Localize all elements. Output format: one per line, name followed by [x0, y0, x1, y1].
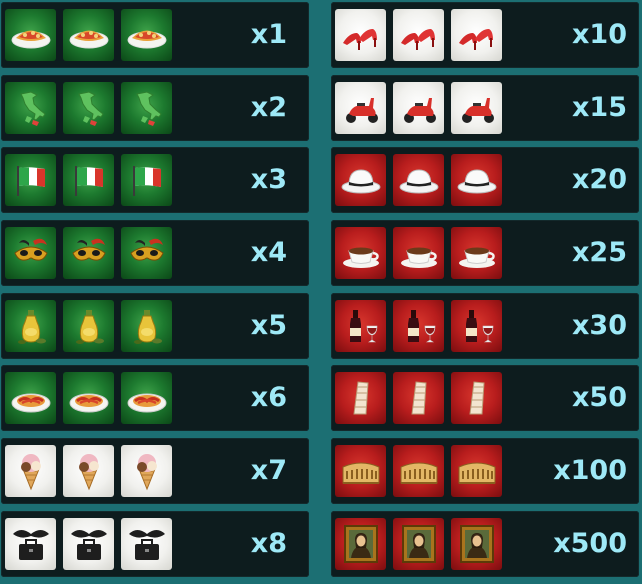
gelato-cone-icon [5, 445, 56, 498]
carnival-mask-icon [5, 227, 56, 280]
italy-map-icon [121, 81, 172, 134]
mona-lisa-icon [335, 517, 386, 570]
paytable-right-column: x10 x15 x20 x25 x30 x50 x100 x500 [331, 2, 639, 584]
symbol-tiles [5, 227, 172, 280]
symbol-tiles [5, 154, 172, 207]
fedora-hat-icon [335, 154, 386, 207]
symbol-tiles [335, 227, 502, 280]
symbol-tiles [5, 517, 172, 570]
pizza-icon [121, 9, 172, 61]
multiplier-label: x4 [250, 237, 287, 269]
high-heels-icon [451, 9, 502, 61]
wine-bottle-icon [451, 299, 502, 352]
paytable-row: x2 [1, 74, 309, 141]
mustache-briefcase-icon [63, 517, 114, 570]
paytable: x1 x2 x3 x4 x5 x6 x7 x8 x10 x15 x20 x25 x30 x50 x100 x… [0, 0, 642, 577]
paytable-row: x25 [331, 220, 639, 287]
leaning-tower-icon [393, 372, 444, 425]
multiplier-label: x8 [250, 527, 287, 559]
paytable-row: x10 [331, 2, 639, 68]
wine-bottle-icon [393, 299, 444, 352]
scooter-icon [393, 81, 444, 134]
multiplier-label: x50 [572, 382, 627, 414]
paytable-row: x20 [331, 147, 639, 214]
symbol-tiles [335, 445, 502, 498]
multiplier-label: x10 [572, 19, 627, 50]
italy-map-icon [5, 81, 56, 134]
gelato-cone-icon [63, 445, 114, 498]
leaning-tower-icon [335, 372, 386, 425]
espresso-cup-icon [335, 227, 386, 280]
fedora-hat-icon [393, 154, 444, 207]
symbol-tiles [335, 81, 502, 134]
paytable-row: x500 [331, 510, 639, 577]
paytable-row: x15 [331, 74, 639, 141]
symbol-tiles [335, 372, 502, 425]
colosseum-icon [393, 445, 444, 498]
high-heels-icon [335, 9, 386, 61]
colosseum-icon [335, 445, 386, 498]
high-heels-icon [393, 9, 444, 61]
paytable-row: x50 [331, 365, 639, 432]
multiplier-label: x2 [250, 91, 287, 123]
scooter-icon [335, 81, 386, 134]
symbol-tiles [335, 517, 502, 570]
symbol-tiles [5, 445, 172, 498]
paytable-row: x5 [1, 292, 309, 359]
multiplier-label: x20 [572, 164, 627, 196]
mustache-briefcase-icon [5, 517, 56, 570]
olive-oil-icon [5, 299, 56, 352]
multiplier-label: x25 [572, 237, 627, 269]
paytable-row: x3 [1, 147, 309, 214]
multiplier-label: x15 [572, 91, 627, 123]
multiplier-label: x5 [250, 309, 287, 341]
italian-flag-icon [63, 154, 114, 207]
multiplier-label: x30 [572, 309, 627, 341]
fedora-hat-icon [451, 154, 502, 207]
olive-oil-icon [121, 299, 172, 352]
italy-map-icon [63, 81, 114, 134]
colosseum-icon [451, 445, 502, 498]
paytable-row: x100 [331, 438, 639, 505]
paytable-row: x8 [1, 510, 309, 577]
paytable-row: x4 [1, 220, 309, 287]
espresso-cup-icon [393, 227, 444, 280]
symbol-tiles [5, 299, 172, 352]
multiplier-label: x500 [553, 527, 627, 559]
paytable-row: x30 [331, 292, 639, 359]
multiplier-label: x100 [553, 455, 627, 487]
espresso-cup-icon [451, 227, 502, 280]
wine-bottle-icon [335, 299, 386, 352]
pizza-icon [63, 9, 114, 61]
multiplier-label: x1 [250, 19, 287, 50]
symbol-tiles [5, 81, 172, 134]
mustache-briefcase-icon [121, 517, 172, 570]
italian-flag-icon [121, 154, 172, 207]
italian-flag-icon [5, 154, 56, 207]
multiplier-label: x7 [250, 455, 287, 487]
multiplier-label: x6 [250, 382, 287, 414]
gelato-cone-icon [121, 445, 172, 498]
spaghetti-icon [121, 372, 172, 425]
paytable-left-column: x1 x2 x3 x4 x5 x6 x7 x8 [1, 2, 309, 584]
mona-lisa-icon [451, 517, 502, 570]
symbol-tiles [5, 9, 172, 61]
symbol-tiles [335, 9, 502, 61]
scooter-icon [451, 81, 502, 134]
carnival-mask-icon [63, 227, 114, 280]
multiplier-label: x3 [250, 164, 287, 196]
paytable-row: x1 [1, 2, 309, 68]
olive-oil-icon [63, 299, 114, 352]
pizza-icon [5, 9, 56, 61]
carnival-mask-icon [121, 227, 172, 280]
symbol-tiles [5, 372, 172, 425]
spaghetti-icon [63, 372, 114, 425]
leaning-tower-icon [451, 372, 502, 425]
paytable-row: x7 [1, 438, 309, 505]
paytable-row: x6 [1, 365, 309, 432]
mona-lisa-icon [393, 517, 444, 570]
symbol-tiles [335, 154, 502, 207]
spaghetti-icon [5, 372, 56, 425]
symbol-tiles [335, 299, 502, 352]
